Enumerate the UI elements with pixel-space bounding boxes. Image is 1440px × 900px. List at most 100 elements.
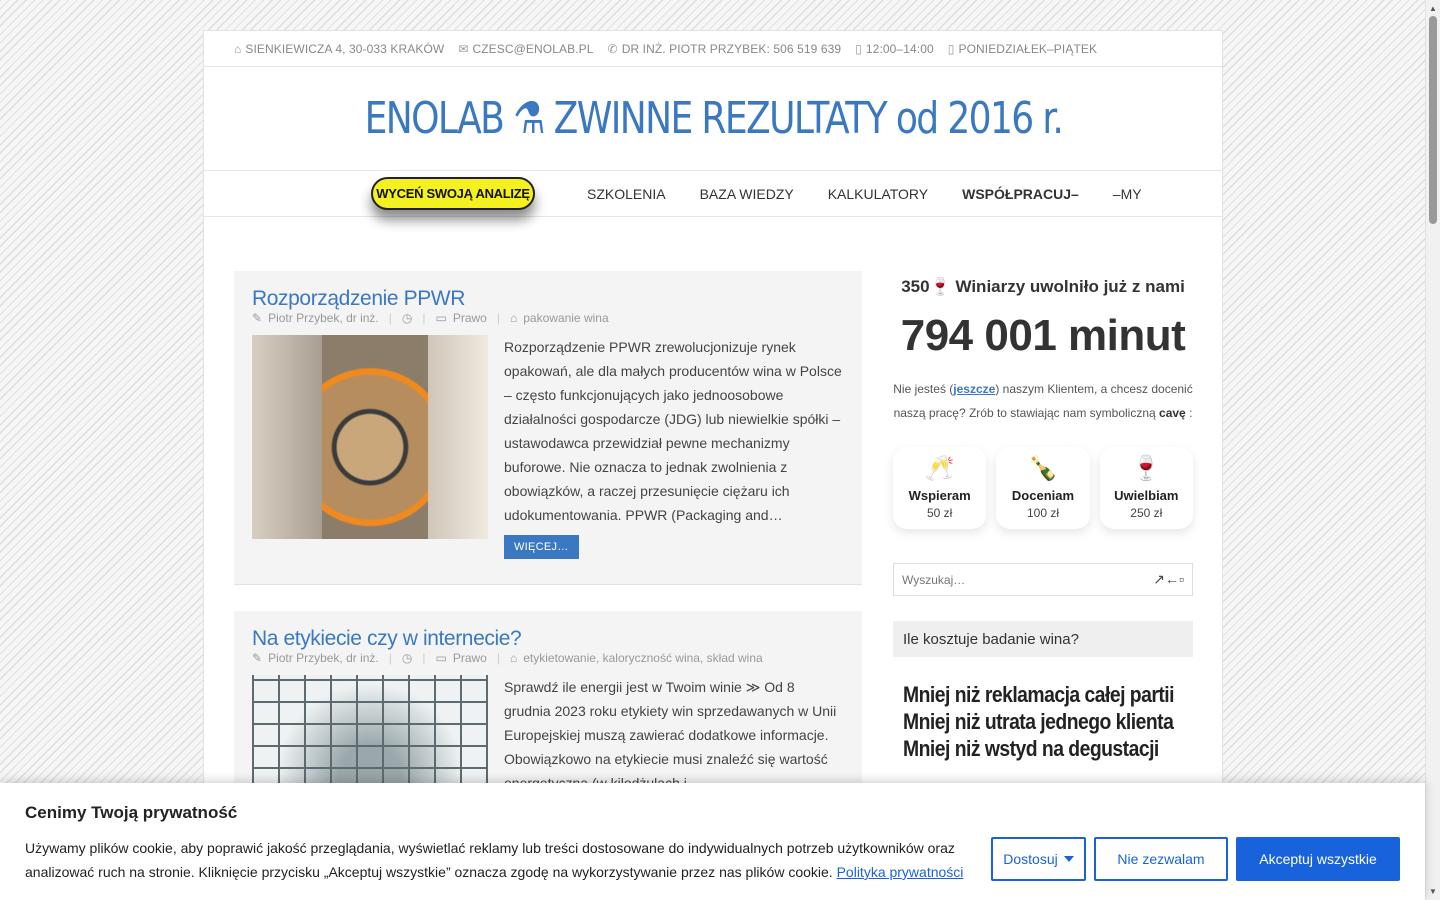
cookie-text: Używamy plików cookie, aby poprawić jako… [25, 836, 975, 884]
meta-separator: | [496, 311, 500, 325]
tier-uwielbiam-button[interactable]: 🍷 Uwielbiam 250 zł [1099, 447, 1193, 529]
support-text-pre: Nie jesteś ( [893, 382, 954, 396]
tier-price: 250 zł [1130, 506, 1163, 520]
nav-item-kalkulatory[interactable]: KALKULATORY [811, 186, 945, 202]
bottle-icon: 🍾 [1028, 455, 1058, 482]
privacy-policy-link[interactable]: Polityka prywatności [837, 864, 964, 880]
folder-icon: ▭ [435, 651, 447, 665]
post-body: Rozporządzenie PPWR zrewolucjonizuje ryn… [252, 335, 844, 559]
email-text[interactable]: CZESC@ENOLAB.PL [472, 42, 593, 56]
post-category-link[interactable]: Prawo [453, 311, 487, 325]
counter-title: 350🍷 Winiarzy uwolniło już z nami [901, 277, 1185, 296]
cava-bold: cavę [1159, 406, 1186, 420]
post-excerpt: Rozporządzenie PPWR zrewolucjonizuje ryn… [504, 339, 842, 523]
cookie-banner: Cenimy Twoją prywatność Używamy plików c… [0, 783, 1425, 900]
post-meta: ✎ Piotr Przybek, dr inż. | ◷ | ▭ Prawo |… [252, 651, 844, 665]
page-scrollbar[interactable]: ▲ ▼ [1425, 0, 1440, 900]
phone-icon: ✆ [607, 41, 618, 56]
post-title-link[interactable]: Na etykiecie czy w internecie? [252, 627, 522, 650]
post-author-link[interactable]: Piotr Przybek, dr inż. [268, 311, 379, 325]
home-icon: ⌂ [234, 41, 242, 56]
post-thumbnail-bicycle-corks[interactable] [252, 335, 488, 539]
tier-wspieram-button[interactable]: 🥂 Wspieram 50 zł [893, 447, 987, 529]
widget-line: Mniej niż reklamacja całej partii [903, 682, 1174, 707]
clock-icon: ▯ [855, 41, 862, 56]
meta-separator: | [496, 651, 500, 665]
post-tags-link[interactable]: etykietowanie, kaloryczność wina, skład … [523, 651, 762, 665]
scrollbar-thumb[interactable] [1429, 16, 1437, 224]
author-icon: ✎ [252, 311, 263, 325]
cookie-text-body: Używamy plików cookie, aby poprawić jako… [25, 840, 955, 880]
nav-item-wspolpracuj[interactable]: WSPÓŁPRACUJ– [945, 186, 1096, 202]
customize-label: Dostosuj [1003, 851, 1058, 867]
folder-icon: ▭ [435, 311, 447, 325]
accept-all-button[interactable]: Akceptuj wszystkie [1236, 837, 1400, 881]
support-text-post: : [1185, 406, 1193, 420]
support-tiers: 🥂 Wspieram 50 zł 🍾 Doceniam 100 zł 🍷 Uwi… [893, 447, 1193, 529]
post-category-link[interactable]: Prawo [453, 651, 487, 665]
nav-menu: SZKOLENIA BAZA WIEDZY KALKULATORY WSPÓŁP… [570, 171, 1159, 217]
phone-text[interactable]: DR INŻ. PIOTR PRZYBEK: 506 519 639 [622, 42, 841, 56]
meta-separator: | [388, 311, 392, 325]
tier-price: 100 zł [1026, 506, 1059, 520]
post-title-link[interactable]: Rozporządzenie PPWR [252, 287, 465, 310]
post-excerpt-column: Rozporządzenie PPWR zrewolucjonizuje ryn… [504, 335, 844, 559]
scroll-down-arrow-icon[interactable]: ▼ [1429, 887, 1437, 896]
tag-icon: ⌂ [509, 311, 518, 325]
search-input[interactable] [902, 572, 1142, 587]
meta-separator: | [388, 651, 392, 665]
clock-icon: ◷ [401, 311, 413, 325]
address-text: SIENKIEWICZA 4, 30-033 KRAKÓW [245, 41, 445, 56]
tier-doceniam-button[interactable]: 🍾 Doceniam 100 zł [996, 447, 1090, 529]
quote-cta-button[interactable]: WYCEŃ SWOJĄ ANALIZĘ [371, 177, 535, 210]
search-submit-icon[interactable]: ↗←▫ [1153, 571, 1184, 588]
caret-down-icon [1063, 856, 1074, 862]
tier-name: Doceniam [1011, 488, 1075, 503]
calendar-icon: ▯ [947, 41, 955, 56]
tier-price: 50 zł [926, 506, 953, 520]
site-header: ENOLAB ⚗ ZWINNE REZULTATY od 2016 r. [204, 67, 1222, 171]
page-container: ⌂ SIENKIEWICZA 4, 30-033 KRAKÓW ✉ CZESC@… [203, 30, 1223, 900]
days-text: PONIEDZIAŁEK–PIĄTEK [958, 41, 1098, 56]
widget-line: Mniej niż wstyd na degustacji [903, 736, 1159, 761]
widget-title: Ile kosztuje badanie wina? [893, 621, 1193, 657]
post-card: Rozporządzenie PPWR ✎ Piotr Przybek, dr … [234, 271, 862, 585]
reject-button[interactable]: Nie zezwalam [1094, 837, 1228, 881]
tier-name: Uwielbiam [1114, 488, 1179, 503]
meta-separator: | [422, 311, 426, 325]
support-text: Nie jesteś (jeszcze) naszym Klientem, a … [893, 377, 1193, 425]
wine-glass-icon: 🍷 [1131, 455, 1162, 482]
glasses-icon: 🥂 [924, 455, 955, 482]
site-title-link[interactable]: ENOLAB ⚗ ZWINNE REZULTATY od 2016 r. [364, 93, 1063, 144]
widget-line: Mniej niż utrata jednego klienta [903, 709, 1174, 734]
email-info[interactable]: ✉ CZESC@ENOLAB.PL [458, 42, 593, 56]
post-tags-link[interactable]: pakowanie wina [523, 311, 608, 325]
nav-item-szkolenia[interactable]: SZKOLENIA [570, 186, 683, 202]
main-nav: WYCEŃ SWOJĄ ANALIZĘ SZKOLENIA BAZA WIEDZ… [204, 171, 1222, 217]
author-icon: ✎ [252, 651, 263, 665]
widget-list: Mniej niż reklamacja całej partii Mniej … [893, 681, 1193, 762]
hours-text: 12:00–14:00 [865, 41, 934, 56]
post-author-link[interactable]: Piotr Przybek, dr inż. [268, 651, 379, 665]
address-info: ⌂ SIENKIEWICZA 4, 30-033 KRAKÓW [234, 42, 444, 56]
top-info-bar: ⌂ SIENKIEWICZA 4, 30-033 KRAKÓW ✉ CZESC@… [204, 31, 1222, 67]
clock-icon: ◷ [401, 651, 413, 665]
nav-item-baza-wiedzy[interactable]: BAZA WIEDZY [683, 186, 811, 202]
customize-button[interactable]: Dostosuj [991, 837, 1086, 881]
envelope-icon: ✉ [458, 41, 469, 56]
search-box: ↗←▫ [893, 563, 1193, 596]
cookie-title: Cenimy Twoją prywatność [25, 803, 238, 822]
meta-separator: | [422, 651, 426, 665]
sidebar: 350🍷 Winiarzy uwolniło już z nami 794 00… [893, 271, 1193, 762]
scroll-up-arrow-icon[interactable]: ▲ [1429, 4, 1437, 13]
days-info: ▯ PONIEDZIAŁEK–PIĄTEK [948, 42, 1097, 56]
tier-name: Wspieram [908, 488, 971, 503]
jeszcze-link[interactable]: jeszcze [953, 382, 995, 396]
tag-icon: ⌂ [509, 651, 518, 665]
counter-value: 794 001 minut [900, 311, 1186, 360]
read-more-button[interactable]: WIĘCEJ… [504, 535, 579, 559]
hours-info: ▯ 12:00–14:00 [855, 42, 934, 56]
nav-item-my[interactable]: –MY [1096, 186, 1159, 202]
phone-info[interactable]: ✆ DR INŻ. PIOTR PRZYBEK: 506 519 639 [608, 42, 842, 56]
post-meta: ✎ Piotr Przybek, dr inż. | ◷ | ▭ Prawo |… [252, 311, 844, 325]
